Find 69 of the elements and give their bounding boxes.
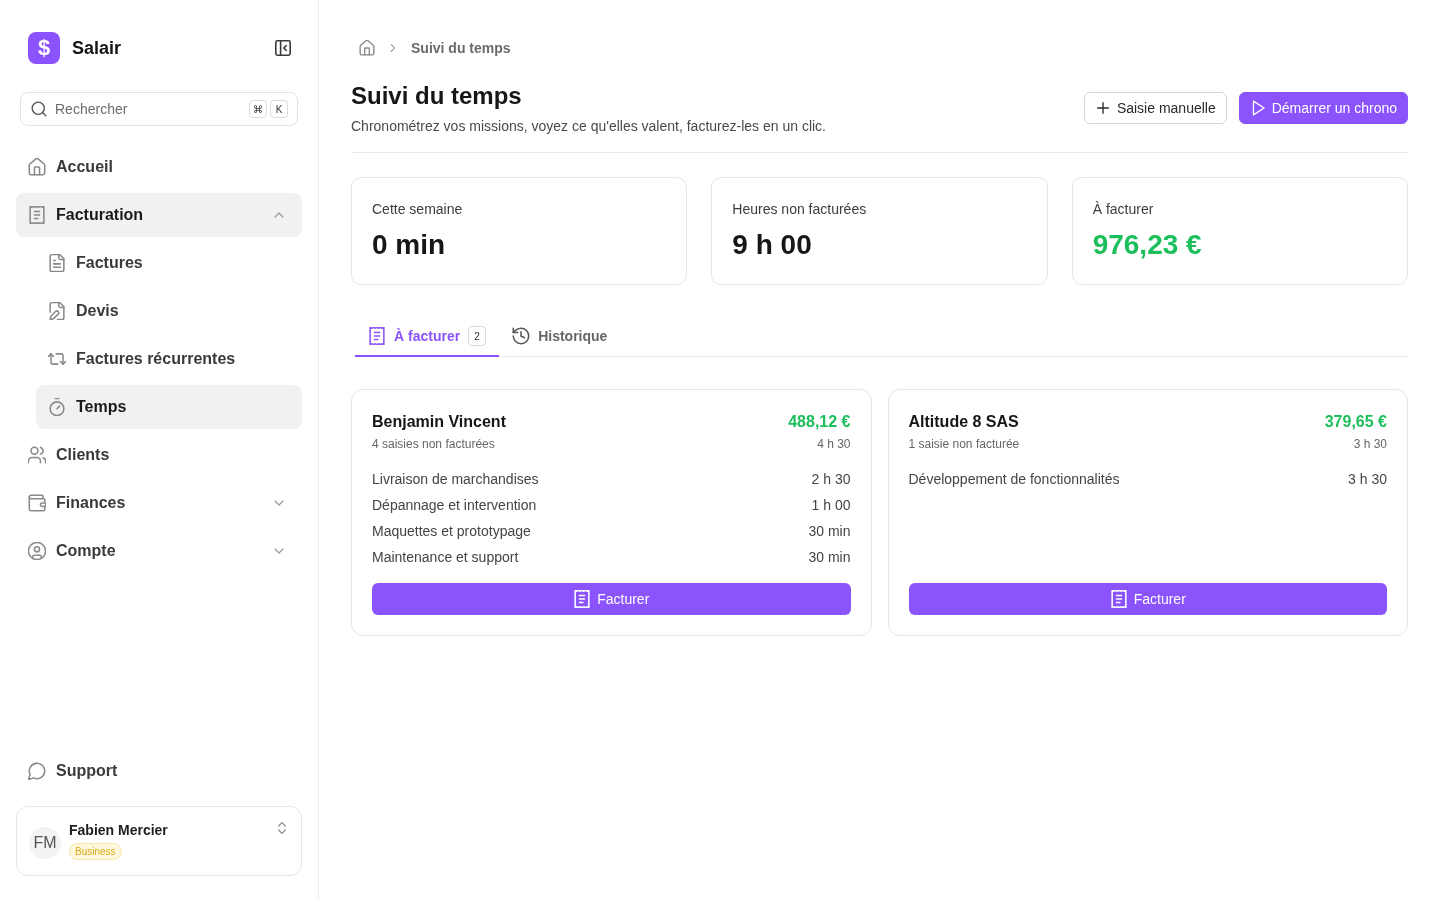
nav-item[interactable]: Accueil [16,145,302,189]
shortcut-key: ⌘ [249,100,267,118]
app-logo: $ [28,32,60,64]
receipt-icon [28,206,46,224]
stat-value: 9 h 00 [732,228,813,262]
users-icon [28,446,46,464]
user-name: Fabien Mercier [69,821,168,839]
app-name: Salair [72,37,122,59]
nav-item[interactable]: Compte [16,529,302,573]
client-name: Benjamin Vincent [372,412,506,432]
collapse-sidebar-icon[interactable] [275,40,291,56]
stat-label: Heures non facturées [732,200,868,219]
stat-value: 976,23 € [1092,228,1203,262]
invoice-button[interactable]: Facturer [372,583,851,615]
entry-duration: 3 h 30 [1348,471,1387,487]
total-duration: 3 h 30 [1353,436,1387,452]
nav-item[interactable]: Clients [16,433,302,477]
user-avatar: FM [29,827,61,859]
entry-label: Livraison de marchandises [372,471,539,487]
repeat-arrows-icon [48,350,66,368]
page-title: Suivi du temps [351,81,523,111]
entries-summary: 1 saisie non facturée [908,436,1020,452]
tab[interactable]: À facturer 2 [355,317,500,357]
house-icon [28,158,46,176]
start-timer-button[interactable]: Démarrer un chrono [1238,92,1408,124]
entry-duration: 1 h 00 [811,497,851,513]
history-icon [512,327,531,345]
invoice-button[interactable]: Facturer [908,583,1387,615]
house-icon [359,40,375,56]
amount-text: 488,12 € [788,412,851,432]
nav-item[interactable]: Temps [36,385,302,429]
client-name: Altitude 8 SAS [908,412,1020,432]
receipt-icon [368,327,386,345]
entry-label: Maquettes et prototypage [372,523,531,539]
nav-item[interactable]: Factures [36,241,302,285]
wallet-icon [28,494,46,512]
total-duration: 4 h 30 [817,436,851,452]
chat-bubble-icon [28,762,46,780]
entry-duration: 2 h 30 [811,471,851,487]
entry-label: Développement de fonctionnalités [908,471,1120,487]
tab[interactable]: Historique [499,317,621,357]
entry-label: Maintenance et support [372,549,519,565]
stopwatch-icon [48,398,66,416]
nav-item[interactable]: Facturation [16,193,302,237]
entry-label: Dépannage et intervention [372,497,537,513]
stat-label: Cette semaine [372,200,464,219]
count-badge: 2 [468,326,487,346]
nav-item[interactable]: Factures récurrentes [36,337,302,381]
plus-icon [1094,100,1111,116]
support-link[interactable]: Support [16,749,302,793]
entries-summary: 4 saisies non facturées [372,436,496,452]
nav-item[interactable]: Finances [16,481,302,525]
manual-entry-button[interactable]: Saisie manuelle [1083,92,1227,124]
document-pen-icon [48,302,66,320]
search-icon [31,101,47,117]
document-icon [48,254,66,272]
breadcrumb-item[interactable]: Suivi du temps [411,40,511,56]
entry-duration: 30 min [808,523,851,539]
page-subtitle: Chronométrez vos missions, voyez ce qu'elles valent, facturez-les en un clic. [351,117,826,136]
receipt-icon [1109,590,1128,608]
receipt-icon [573,590,592,608]
stat-label: À facturer [1092,200,1155,219]
plan-badge: Business [69,843,122,860]
entry-duration: 30 min [808,549,851,565]
shortcut-key: K [270,100,288,118]
chevrons-up-down-icon [275,821,289,835]
nav-item[interactable]: Devis [36,289,302,333]
amount-text: 379,65 € [1324,412,1387,432]
stat-value: 0 min [372,228,447,262]
